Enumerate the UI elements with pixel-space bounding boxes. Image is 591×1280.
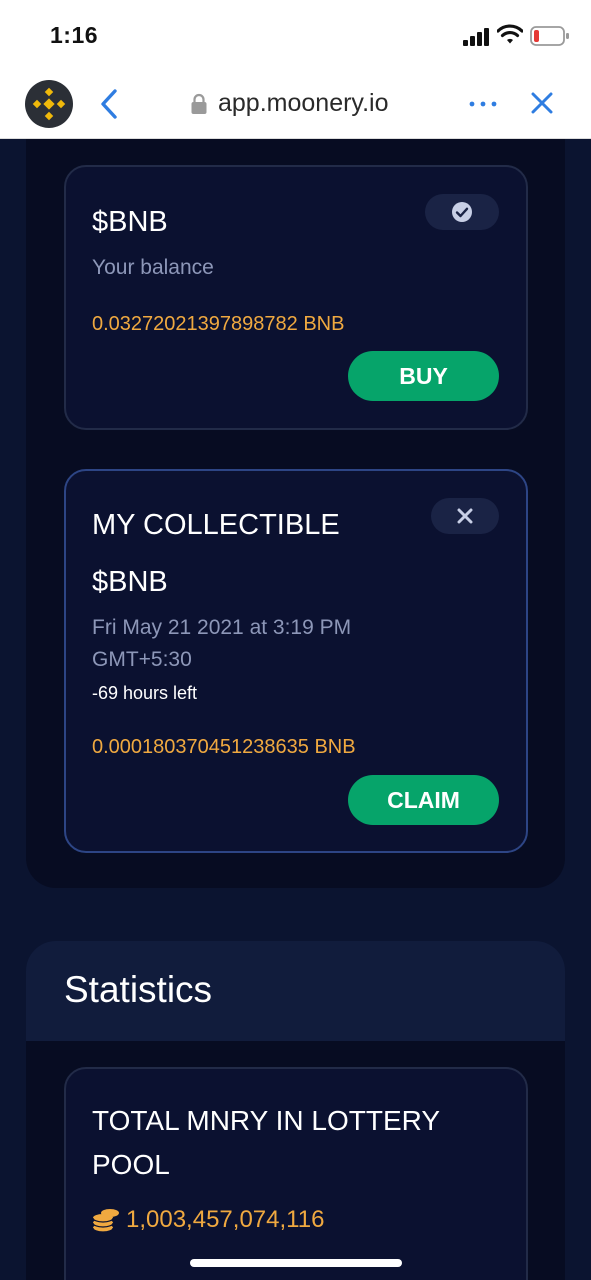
lottery-pool-value: 1,003,457,074,116 [126,1206,325,1233]
buy-button[interactable]: BUY [348,351,499,401]
collectible-token: $BNB [92,566,168,598]
collectible-date: Fri May 21 2021 at 3:19 PM [92,616,352,639]
balance-label: Your balance [92,256,214,279]
home-indicator[interactable] [190,1259,402,1267]
page-content[interactable]: $BNB Your balance 0.03272021397898782 BN… [0,139,591,1280]
lottery-pool-amount: 1,003,457,074,116 [92,1206,324,1234]
lottery-pool-title: TOTAL MNRY IN LOTTERY POOL [92,1105,440,1180]
url-text[interactable]: app.moonery.io [218,89,388,118]
statistics-title: Statistics [64,969,213,1010]
browser-toolbar: app.moonery.io [0,70,591,139]
status-bar: 1:16 [0,0,591,70]
chevron-left-icon[interactable] [98,87,120,121]
more-dots-icon[interactable] [468,100,498,108]
close-icon[interactable] [531,92,553,114]
collectible-card: MY COLLECTIBLE $BNB Fri May 21 2021 at 3… [64,469,528,853]
statistics-header: Statistics [26,941,565,1041]
selected-toggle[interactable] [425,194,499,230]
close-icon [457,508,473,524]
cellular-signal-icon [463,28,489,46]
wifi-icon [497,24,523,44]
lottery-pool-card: TOTAL MNRY IN LOTTERY POOL 1,003,457,074… [64,1067,528,1280]
time-left-label: -69 hours left [92,683,198,703]
lock-icon [191,93,207,114]
balance-value: 0.03272021397898782 BNB [92,313,345,335]
coins-icon [92,1209,119,1233]
dismiss-button[interactable] [431,498,499,534]
collectible-heading: MY COLLECTIBLE [92,509,340,541]
bnb-balance-card: $BNB Your balance 0.03272021397898782 BN… [64,165,528,430]
status-time: 1:16 [50,22,99,48]
collectible-amount: 0.000180370451238635 BNB [92,736,356,758]
binance-logo-icon[interactable] [25,80,73,128]
claim-button[interactable]: CLAIM [348,775,499,825]
card-title: $BNB [92,206,168,238]
collectible-timezone: GMT+5:30 [92,648,192,671]
check-circle-icon [452,202,472,222]
battery-icon [530,26,569,46]
